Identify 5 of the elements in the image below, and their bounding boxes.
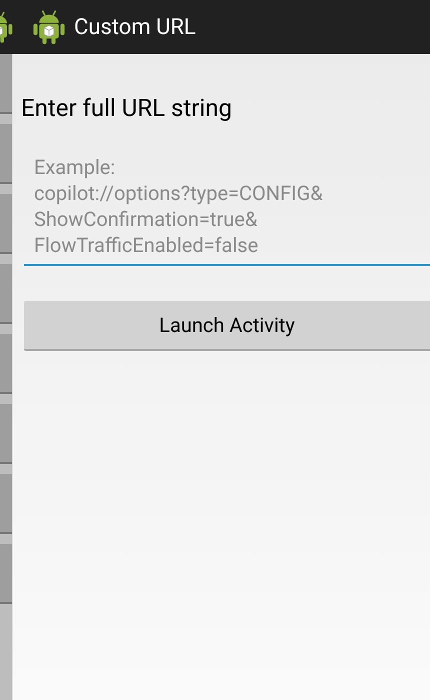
android-icon <box>32 9 66 45</box>
window-title: Custom URL <box>74 14 196 42</box>
url-field[interactable]: Example: copilot://options?type=CONFIG& ShowConfirmation=true& FlowTrafficEnabled=false <box>24 148 430 266</box>
launch-activity-button[interactable]: Launch Activity <box>24 301 430 351</box>
heading: Enter full URL string <box>21 93 233 124</box>
